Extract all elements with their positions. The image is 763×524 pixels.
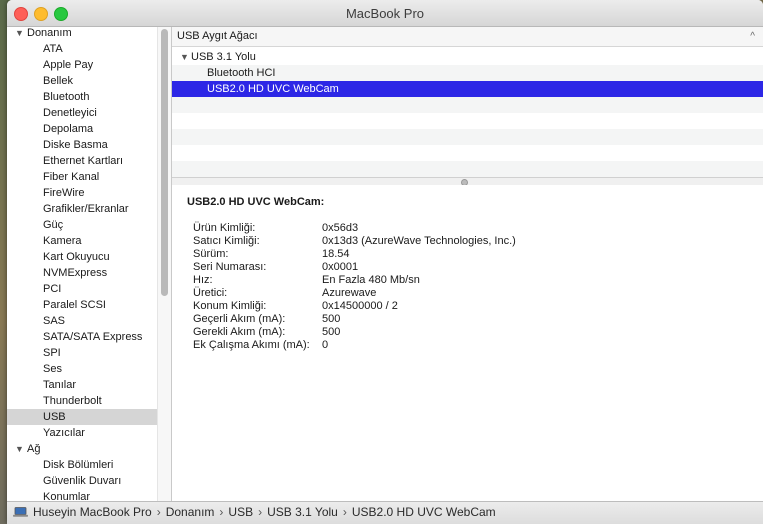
tree-row-background: [172, 129, 763, 145]
sidebar-item-pci[interactable]: PCI: [7, 281, 158, 297]
sidebar-item-usb[interactable]: USB: [7, 409, 158, 425]
sidebar-item-paralel-scsi[interactable]: Paralel SCSI: [7, 297, 158, 313]
sidebar-item-sas[interactable]: SAS: [7, 313, 158, 329]
property-key: Üretici:: [193, 287, 228, 299]
title-bar[interactable]: MacBook Pro: [7, 0, 763, 27]
sidebar: ▼ Donanım ATA Apple Pay Bellek Bluetooth Denet…: [7, 27, 172, 501]
property-key: Hız:: [193, 274, 213, 286]
disclosure-expanded-icon[interactable]: ▼: [15, 441, 24, 457]
property-key: Konum Kimliği:: [193, 300, 267, 312]
sidebar-item-thunderbolt[interactable]: Thunderbolt: [7, 393, 158, 409]
breadcrumb-separator: ›: [156, 505, 161, 519]
sidebar-item-yazicilar[interactable]: Yazıcılar: [7, 425, 158, 441]
sidebar-item-kart-okuyucu[interactable]: Kart Okuyucu: [7, 249, 158, 265]
detail-title: USB2.0 HD UVC WebCam:: [187, 196, 325, 208]
property-value: 500: [322, 326, 341, 338]
sidebar-scrollbar[interactable]: [157, 27, 171, 501]
sidebar-item-ata[interactable]: ATA: [7, 41, 158, 57]
breadcrumb-separator: ›: [342, 505, 347, 519]
disclosure-expanded-icon[interactable]: ▼: [180, 49, 189, 65]
property-value: En Fazla 480 Mb/sn: [322, 274, 420, 286]
sidebar-item-bluetooth[interactable]: Bluetooth: [7, 89, 158, 105]
sidebar-item-bellek[interactable]: Bellek: [7, 73, 158, 89]
property-value: 0x56d3: [322, 222, 359, 234]
property-value: 0x14500000 / 2: [322, 300, 398, 312]
breadcrumb: Huseyin MacBook Pro › Donanım › USB › USB 3.1 …: [33, 502, 496, 523]
sidebar-item-grafikler-ekranlar[interactable]: Grafikler/Ekranlar: [7, 201, 158, 217]
sidebar-group-ag[interactable]: ▼ Ağ: [7, 441, 158, 457]
tree-row-background: [172, 113, 763, 129]
breadcrumb-item-usb[interactable]: USB: [228, 505, 253, 519]
tree-row-background: [172, 97, 763, 113]
sidebar-item-guvenlik-duvari[interactable]: Güvenlik Duvarı: [7, 473, 158, 489]
sidebar-group-label: Donanım: [27, 27, 72, 39]
property-key: Satıcı Kimliği:: [193, 235, 260, 247]
sidebar-item-denetleyici[interactable]: Denetleyici: [7, 105, 158, 121]
sidebar-item-guc[interactable]: Güç: [7, 217, 158, 233]
property-value: 0x13d3 (AzureWave Technologies, Inc.): [322, 235, 516, 247]
tree-row-bluetooth-hci[interactable]: Bluetooth HCI: [172, 65, 763, 81]
laptop-icon: [13, 507, 28, 517]
sidebar-item-konumlar[interactable]: Konumlar: [7, 489, 158, 501]
sidebar-item-depolama[interactable]: Depolama: [7, 121, 158, 137]
sidebar-item-sata-sata-express[interactable]: SATA/SATA Express: [7, 329, 158, 345]
sidebar-group-donanim[interactable]: ▼ Donanım: [7, 27, 158, 41]
sort-ascending-icon: ^: [750, 31, 755, 42]
detail-pane: USB2.0 HD UVC WebCam: Ürün Kimliği: 0x56d…: [172, 185, 763, 501]
property-key: Gerekli Akım (mA):: [193, 326, 286, 338]
path-bar: Huseyin MacBook Pro › Donanım › USB › USB 3.1 …: [7, 501, 763, 524]
sidebar-item-tanilar[interactable]: Tanılar: [7, 377, 158, 393]
breadcrumb-item-huseyin-macbook-pro[interactable]: Huseyin MacBook Pro: [33, 505, 152, 519]
tree-header-label: USB Aygıt Ağacı: [177, 30, 258, 42]
breadcrumb-item-usb-3-1-yolu[interactable]: USB 3.1 Yolu: [267, 505, 338, 519]
sidebar-group-label: Ağ: [27, 443, 41, 455]
property-key: Seri Numarası:: [193, 261, 267, 273]
breadcrumb-item-usb2-0-hd-uvc-webcam[interactable]: USB2.0 HD UVC WebCam: [352, 505, 496, 519]
tree-row-usb-3-1-yolu[interactable]: ▼ USB 3.1 Yolu: [172, 49, 763, 65]
property-value: 500: [322, 313, 341, 325]
sidebar-item-disk-bolumleri[interactable]: Disk Bölümleri: [7, 457, 158, 473]
tree-row-label: Bluetooth HCI: [207, 67, 276, 79]
sidebar-scroll-thumb[interactable]: [161, 29, 168, 296]
property-key: Ek Çalışma Akımı (mA):: [193, 339, 310, 351]
sidebar-item-spi[interactable]: SPI: [7, 345, 158, 361]
disclosure-expanded-icon[interactable]: ▼: [15, 27, 24, 41]
property-key: Geçerli Akım (mA):: [193, 313, 286, 325]
sidebar-item-ses[interactable]: Ses: [7, 361, 158, 377]
property-value: 0: [322, 339, 329, 351]
breadcrumb-item-donanim[interactable]: Donanım: [166, 505, 215, 519]
tree-column-header[interactable]: USB Aygıt Ağacı ^: [172, 27, 763, 47]
tree-row-label: USB 3.1 Yolu: [191, 51, 256, 63]
sidebar-item-nvmexpress[interactable]: NVMExpress: [7, 265, 158, 281]
sidebar-item-diske-basma[interactable]: Diske Basma: [7, 137, 158, 153]
property-key: Ürün Kimliği:: [193, 222, 256, 234]
sidebar-item-fiber-kanal[interactable]: Fiber Kanal: [7, 169, 158, 185]
tree-row-usb2-0-hd-uvc-webcam[interactable]: USB2.0 HD UVC WebCam: [172, 81, 763, 97]
system-information-window: MacBook Pro ▼ Donanım ATA Apple Pay Bellek Bl…: [7, 0, 763, 524]
usb-device-tree: USB Aygıt Ağacı ^ ▼ USB 3.1 Yolu Bluetooth…: [172, 27, 763, 177]
breadcrumb-separator: ›: [258, 505, 263, 519]
tree-row-label: USB2.0 HD UVC WebCam: [207, 83, 339, 95]
sidebar-item-ethernet-kartlari[interactable]: Ethernet Kartları: [7, 153, 158, 169]
sidebar-item-firewire[interactable]: FireWire: [7, 185, 158, 201]
tree-row-background: [172, 161, 763, 177]
breadcrumb-separator: ›: [219, 505, 224, 519]
tree-row-background: [172, 145, 763, 161]
property-value: 0x0001: [322, 261, 359, 273]
property-value: 18.54: [322, 248, 350, 260]
sidebar-item-kamera[interactable]: Kamera: [7, 233, 158, 249]
property-key: Sürüm:: [193, 248, 229, 260]
window-title: MacBook Pro: [345, 6, 425, 21]
sidebar-item-apple-pay[interactable]: Apple Pay: [7, 57, 158, 73]
property-value: Azurewave: [322, 287, 377, 299]
